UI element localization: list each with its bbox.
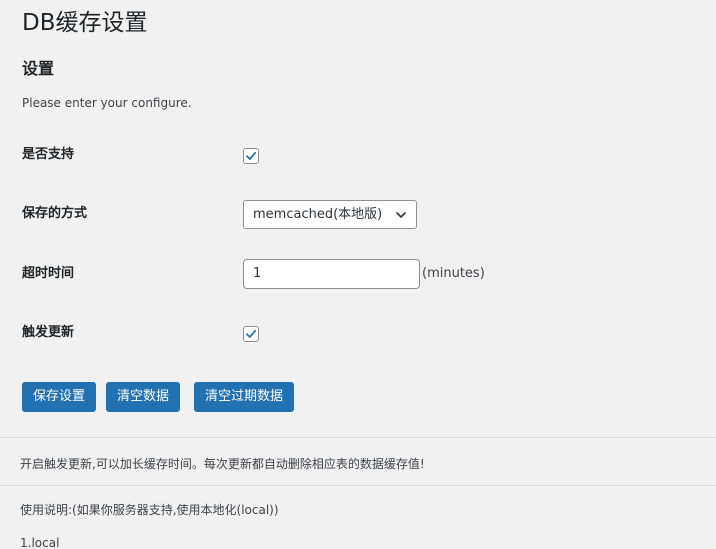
storage-method-value: memcached(本地版) — [253, 207, 383, 222]
checkmark-icon — [246, 151, 257, 160]
clear-expired-data-button[interactable]: 清空过期数据 — [194, 382, 294, 412]
timeout-input[interactable]: 1 — [243, 259, 420, 289]
clear-data-button[interactable]: 清空数据 — [106, 382, 180, 412]
section-title: 设置 — [22, 59, 55, 78]
usage-item-1: 1.local — [20, 536, 60, 549]
divider — [0, 485, 716, 486]
save-settings-button[interactable]: 保存设置 — [22, 382, 96, 412]
settings-page: DB缓存设置 设置 Please enter your configure. 是… — [0, 0, 716, 549]
chevron-down-icon — [396, 212, 406, 218]
intro-text: Please enter your configure. — [22, 96, 192, 110]
trigger-update-checkbox[interactable] — [243, 326, 259, 342]
trigger-update-label: 触发更新 — [22, 325, 75, 340]
enable-checkbox[interactable] — [243, 148, 259, 164]
enable-label: 是否支持 — [22, 147, 75, 162]
timeout-label: 超时时间 — [22, 266, 75, 281]
tip-text: 开启触发更新,可以加长缓存时间。每次更新都自动删除相应表的数据缓存值! — [20, 457, 425, 471]
usage-text: 使用说明:(如果你服务器支持,使用本地化(local)) — [20, 503, 279, 517]
page-title: DB缓存设置 — [22, 10, 148, 36]
storage-method-select[interactable]: memcached(本地版) — [243, 200, 417, 229]
divider — [0, 437, 716, 438]
storage-method-label: 保存的方式 — [22, 206, 88, 221]
checkmark-icon — [246, 329, 257, 338]
timeout-unit: (minutes) — [422, 266, 485, 281]
